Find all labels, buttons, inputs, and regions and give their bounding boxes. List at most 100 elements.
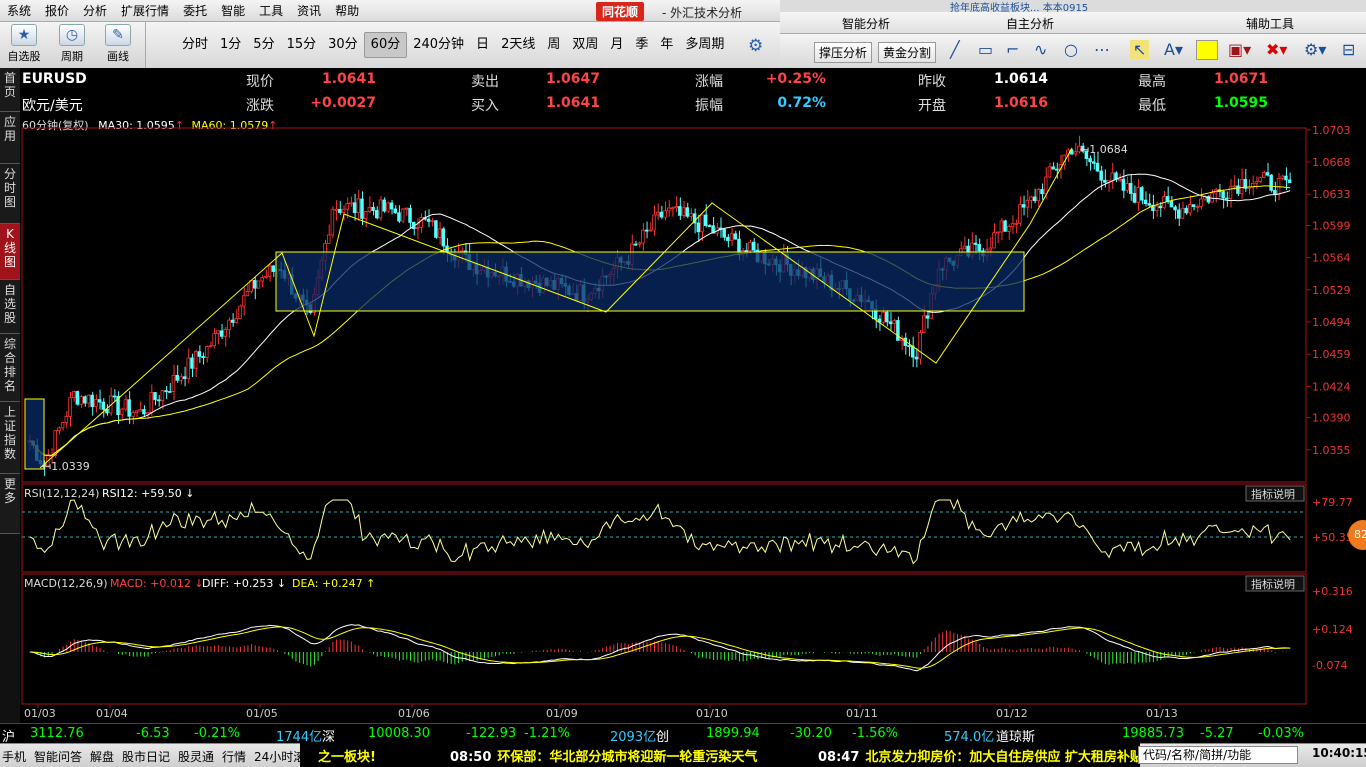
- status-item-1[interactable]: 智能问答: [34, 748, 82, 765]
- candle-body: [652, 214, 656, 231]
- candle-body: [670, 207, 675, 210]
- candle-body: [1188, 204, 1192, 214]
- candle-body: [678, 206, 682, 216]
- candle-body: [644, 229, 649, 232]
- candle-body: [1173, 206, 1177, 211]
- candle-body: [330, 209, 335, 236]
- candle-body: [922, 315, 926, 333]
- candle-body: [896, 320, 900, 341]
- news-ticker[interactable]: 之一板块! 08:50 环保部：华北部分城市将迎新一轮重污染天气 08:47 北京发力抑…: [300, 743, 1143, 767]
- status-item-2[interactable]: 解盘: [90, 748, 114, 765]
- candle-body: [641, 229, 645, 244]
- candle-body: [1136, 187, 1140, 203]
- ma60-line: [29, 185, 1291, 456]
- candle-body: [681, 207, 686, 216]
- candle-body: [685, 207, 689, 217]
- candle-body: [881, 311, 885, 323]
- candle-body: [703, 214, 708, 226]
- candle-body: [205, 346, 209, 358]
- macd-axis-1: +0.124: [1312, 623, 1353, 636]
- candle-body: [995, 231, 1000, 234]
- candle-body: [637, 242, 641, 245]
- candle-body: [356, 198, 361, 213]
- candle-body: [1154, 205, 1159, 212]
- price-label-10: 1.0355: [1312, 444, 1351, 457]
- candle-body: [419, 217, 423, 228]
- range-box: [275, 251, 1025, 312]
- candle-body: [57, 427, 61, 432]
- price-label-0: 1.0703: [1312, 124, 1351, 137]
- candle-body: [97, 399, 102, 403]
- candle-body: [729, 233, 734, 241]
- rsi-axis-1: +50.35: [1312, 531, 1353, 544]
- candle-body: [208, 345, 213, 348]
- clock: 10:40:15: [1312, 746, 1366, 760]
- candle-body: [633, 243, 638, 246]
- date-label-6: 01/11: [846, 707, 878, 720]
- candle-body: [393, 208, 397, 214]
- index-pct-3: -0.03%: [1258, 726, 1304, 741]
- date-label-0: 01/03: [24, 707, 56, 720]
- candle-body: [1007, 225, 1011, 232]
- candle-body: [726, 236, 730, 241]
- status-item-0[interactable]: 手机: [2, 748, 26, 765]
- candle-body: [1284, 175, 1288, 181]
- candle-body: [707, 225, 712, 227]
- candle-body: [138, 409, 142, 412]
- index-pct-1: -1.21%: [524, 726, 570, 741]
- candle-body: [1236, 185, 1240, 194]
- macd-indicator-text: 指标说明: [1251, 577, 1295, 591]
- date-label-1: 01/04: [96, 707, 128, 720]
- candle-body: [748, 241, 752, 252]
- candle-body: [434, 220, 438, 238]
- candle-body: [1158, 205, 1163, 209]
- status-item-3[interactable]: 股市日记: [122, 748, 170, 765]
- candle-body: [914, 356, 919, 360]
- candle-body: [408, 207, 412, 223]
- low-box: [24, 398, 45, 470]
- candle-body: [1180, 207, 1185, 219]
- status-item-4[interactable]: 股灵通: [178, 748, 214, 765]
- candle-body: [1239, 178, 1244, 194]
- candle-body: [197, 351, 202, 357]
- news-item-0[interactable]: 之一板块!: [318, 746, 376, 765]
- candle-body: [744, 250, 749, 252]
- candle-body: [1258, 177, 1262, 183]
- candle-body: [253, 279, 257, 289]
- candle-body: [1199, 198, 1203, 207]
- index-value-1: 10008.30: [368, 726, 431, 741]
- macd-axis-2: -0.074: [1312, 659, 1347, 672]
- code-search-input[interactable]: 代码/名称/简拼/功能: [1138, 746, 1298, 764]
- candle-body: [977, 244, 981, 252]
- date-label-2: 01/05: [246, 707, 278, 720]
- candle-body: [212, 333, 216, 347]
- index-change-2: -30.20: [790, 726, 832, 741]
- news-time-1: 08:50: [450, 750, 492, 765]
- candle-body: [430, 220, 434, 223]
- date-label-8: 01/13: [1146, 707, 1178, 720]
- news-item-2[interactable]: 08:47 北京发力抑房价：加大自住房供应 扩大租房补贴: [818, 746, 1143, 765]
- candle-body: [659, 211, 664, 218]
- candle-body: [386, 202, 390, 212]
- macd-label: MACD(12,26,9): [24, 577, 108, 590]
- rsi-indicator-text: 指标说明: [1251, 487, 1295, 501]
- candle-body: [663, 210, 667, 218]
- candle-body: [1128, 183, 1133, 194]
- index-pct-0: -0.21%: [194, 726, 240, 741]
- candle-body: [999, 220, 1004, 233]
- candle-body: [648, 229, 653, 232]
- candle-body: [1025, 199, 1029, 208]
- candle-body: [179, 376, 183, 381]
- candle-body: [201, 356, 205, 358]
- status-item-5[interactable]: 行情: [222, 748, 246, 765]
- candle-body: [992, 232, 996, 249]
- candle-body: [267, 265, 272, 277]
- kline-chart[interactable]: 1.0703 1.0668 1.0633 1.0599 1.0564 1.0529 1.04…: [0, 0, 1366, 767]
- dea-line: [29, 626, 1291, 669]
- candle-body: [68, 397, 72, 417]
- candle-body: [241, 295, 246, 307]
- news-item-1[interactable]: 08:50 环保部：华北部分城市将迎新一轮重污染天气: [450, 746, 757, 765]
- candle-body: [123, 399, 128, 410]
- dea-value: DEA: +0.247 ↑: [292, 577, 375, 590]
- candle-body: [700, 214, 704, 233]
